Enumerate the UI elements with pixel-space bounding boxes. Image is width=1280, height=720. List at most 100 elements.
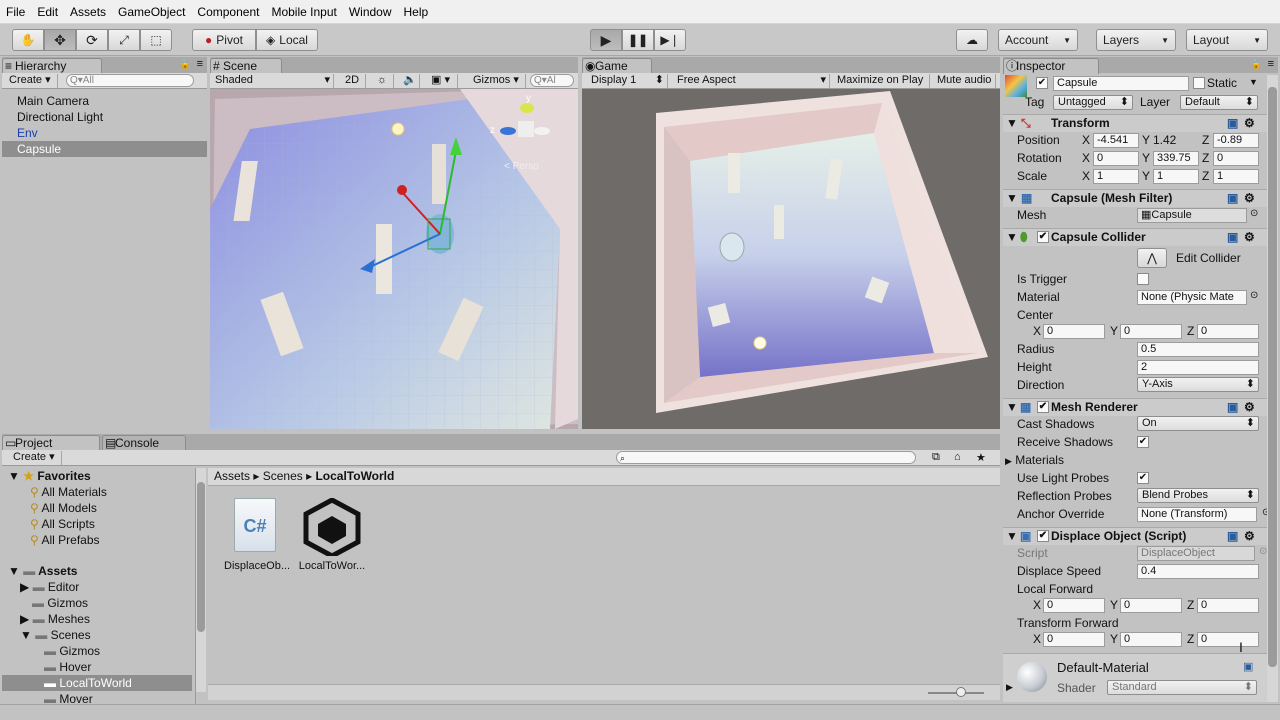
transform-forward-y-field[interactable]: 0	[1120, 632, 1182, 647]
menu-window[interactable]: Window	[343, 5, 398, 19]
menu-component[interactable]: Component	[191, 5, 265, 19]
breadcrumb-scenes[interactable]: Scenes	[263, 469, 303, 483]
2d-toggle[interactable]: 2D	[342, 74, 366, 88]
anchor-override-field[interactable]: None (Transform)	[1137, 507, 1257, 522]
folder-scenes[interactable]: ▼ ▬ Scenes	[20, 627, 91, 643]
layer-dropdown[interactable]: Default ⬍	[1180, 95, 1258, 110]
projection-label[interactable]: < Persp	[504, 161, 539, 172]
menu-gameobject[interactable]: GameObject	[112, 5, 191, 19]
material-section[interactable]: ▶ Default-Material Shader Standard ⬍ ▣	[1003, 653, 1268, 702]
gizmo-x-cone[interactable]	[534, 127, 550, 135]
shading-mode-dropdown[interactable]: Shaded ▾	[212, 74, 334, 88]
tree-scrollbar-track[interactable]	[196, 468, 206, 692]
tab-console[interactable]: ▤ Console	[102, 435, 186, 451]
scale-y-field[interactable]: 1	[1153, 169, 1199, 184]
filter-label-icon[interactable]: ⌂	[954, 451, 961, 463]
use-light-probes-checkbox[interactable]: ✔	[1137, 472, 1149, 484]
settings-gear-icon[interactable]: ⚙	[1244, 528, 1255, 545]
rotation-z-field[interactable]: 0	[1213, 151, 1259, 166]
folder-localtoworld[interactable]: ▬ LocalToWorld	[2, 675, 192, 691]
center-y-field[interactable]: 0	[1120, 324, 1182, 339]
hierarchy-create-dropdown[interactable]: Create ▾	[6, 74, 58, 88]
lock-icon[interactable]: 🔒	[1251, 59, 1262, 70]
direction-dropdown[interactable]: Y-Axis ⬍	[1137, 377, 1259, 392]
menu-help[interactable]: Help	[398, 5, 435, 19]
menu-file[interactable]: File	[0, 5, 31, 19]
scene-search-input[interactable]: Q▾Al	[530, 74, 574, 87]
name-field[interactable]: Capsule	[1053, 76, 1189, 91]
scene-viewport[interactable]: y z < Persp	[210, 89, 578, 429]
center-x-field[interactable]: 0	[1043, 324, 1105, 339]
cast-shadows-dropdown[interactable]: On ⬍	[1137, 416, 1259, 431]
breadcrumb-localtoworld[interactable]: LocalToWorld	[315, 469, 394, 483]
gizmo-center-cube[interactable]	[518, 121, 534, 137]
mute-audio-toggle[interactable]: Mute audio	[934, 74, 996, 88]
mesh-filter-header[interactable]: ▼ ▦ Capsule (Mesh Filter) ▣ ⚙	[1003, 189, 1278, 207]
folder-scenes-gizmos[interactable]: ▬ Gizmos	[44, 643, 100, 659]
display-dropdown[interactable]: Display 1 ⬍	[588, 74, 668, 88]
settings-gear-icon[interactable]: ⚙	[1244, 399, 1255, 416]
position-y-field[interactable]: 1.42	[1153, 132, 1176, 148]
favorite-all-models[interactable]: ⚲ All Models	[30, 500, 97, 516]
assets-header[interactable]: ▼ ▬ Assets	[8, 563, 77, 579]
play-button[interactable]: ▶	[590, 29, 622, 51]
collider-enabled-checkbox[interactable]: ✔	[1037, 231, 1049, 243]
tag-dropdown[interactable]: Untagged ⬍	[1053, 95, 1133, 110]
hierarchy-search-input[interactable]: Q▾All	[66, 74, 194, 87]
is-trigger-checkbox[interactable]	[1137, 273, 1149, 285]
rotate-tool-button[interactable]: ⟳	[76, 29, 108, 51]
center-z-field[interactable]: 0	[1197, 324, 1259, 339]
folder-editor[interactable]: ▶ ▬ Editor	[20, 579, 79, 595]
settings-gear-icon[interactable]: ⚙	[1244, 115, 1255, 132]
receive-shadows-checkbox[interactable]: ✔	[1137, 436, 1149, 448]
help-icon[interactable]: ▣	[1227, 190, 1238, 207]
scale-tool-button[interactable]: ⤢	[108, 29, 140, 51]
active-checkbox[interactable]: ✔	[1036, 77, 1048, 89]
favorite-all-scripts[interactable]: ⚲ All Scripts	[30, 516, 95, 532]
pause-button[interactable]: ❚❚	[622, 29, 654, 51]
tab-game[interactable]: ◉ Game	[582, 58, 652, 74]
capsule-collider-header[interactable]: ▼ ⬮ ✔ Capsule Collider ▣ ⚙	[1003, 228, 1278, 246]
settings-gear-icon[interactable]: ⚙	[1244, 190, 1255, 207]
rotation-x-field[interactable]: 0	[1093, 151, 1139, 166]
hierarchy-item-directional-light[interactable]: Directional Light	[2, 109, 207, 125]
layers-dropdown[interactable]: Layers ▼	[1096, 29, 1176, 51]
local-forward-y-field[interactable]: 0	[1120, 598, 1182, 613]
panel-menu-icon[interactable]: ≡	[1268, 58, 1274, 70]
folder-hover[interactable]: ▬ Hover	[44, 659, 91, 675]
lock-icon[interactable]: 🔒	[180, 59, 191, 70]
tab-hierarchy[interactable]: ≡ Hierarchy	[2, 58, 102, 74]
step-button[interactable]: ▶❘	[654, 29, 686, 51]
favorite-all-prefabs[interactable]: ⚲ All Prefabs	[30, 532, 100, 548]
asset-scene-localtoworld[interactable]: LocalToWor...	[298, 498, 365, 578]
help-icon[interactable]: ▣	[1227, 399, 1238, 416]
materials-foldout[interactable]: ▶ Materials	[1005, 452, 1064, 469]
settings-gear-icon[interactable]: ⚙	[1244, 229, 1255, 246]
displace-speed-field[interactable]: 0.4	[1137, 564, 1259, 579]
rotation-y-field[interactable]: 339.75	[1153, 151, 1199, 166]
icon-size-slider[interactable]	[928, 687, 984, 697]
scale-x-field[interactable]: 1	[1093, 169, 1139, 184]
menu-edit[interactable]: Edit	[31, 5, 64, 19]
object-picker-icon[interactable]: ⊙	[1250, 290, 1258, 301]
mesh-field[interactable]: ▦Capsule	[1137, 208, 1247, 223]
favorite-all-materials[interactable]: ⚲ All Materials	[30, 484, 107, 500]
breadcrumb-assets[interactable]: Assets	[214, 469, 250, 483]
help-icon[interactable]: ▣	[1243, 660, 1253, 673]
inspector-scrollbar-thumb[interactable]	[1268, 87, 1277, 667]
hierarchy-item-env[interactable]: Env	[2, 125, 207, 141]
transform-header[interactable]: ▼ ⤡ Transform ▣ ⚙	[1003, 114, 1278, 132]
script-enabled-checkbox[interactable]: ✔	[1037, 530, 1049, 542]
filter-type-icon[interactable]: ⧉	[932, 451, 940, 464]
radius-field[interactable]: 0.5	[1137, 342, 1259, 357]
tree-scrollbar-thumb[interactable]	[197, 482, 205, 632]
help-icon[interactable]: ▣	[1227, 229, 1238, 246]
favorites-header[interactable]: ▼ ★ Favorites	[8, 468, 91, 484]
folder-meshes[interactable]: ▶ ▬ Meshes	[20, 611, 90, 627]
reflection-probes-dropdown[interactable]: Blend Probes ⬍	[1137, 488, 1259, 503]
project-create-dropdown[interactable]: Create ▾	[10, 451, 62, 465]
shader-dropdown[interactable]: Standard ⬍	[1107, 680, 1257, 695]
icon-size-slider-thumb[interactable]	[956, 687, 966, 697]
local-forward-x-field[interactable]: 0	[1043, 598, 1105, 613]
tab-inspector[interactable]: ⓘ Inspector	[1003, 58, 1099, 74]
